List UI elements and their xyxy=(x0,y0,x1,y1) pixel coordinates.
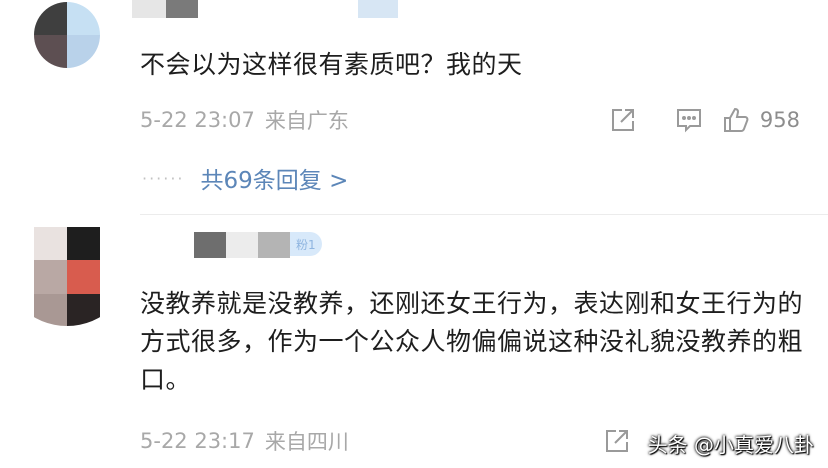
avatar[interactable] xyxy=(34,2,100,68)
avatar-pixel xyxy=(67,35,100,68)
username-blur xyxy=(194,232,226,258)
thumbs-up-icon xyxy=(723,107,749,132)
avatar-pixel xyxy=(67,293,100,326)
comment-item: 不会以为这样很有素质吧？我的天 5-22 23:07 来自广东 958 ····… xyxy=(0,0,828,215)
avatar-pixel xyxy=(67,227,100,261)
like-count: 958 xyxy=(759,108,800,132)
comment-location: 来自四川 xyxy=(264,430,349,454)
username-blur xyxy=(132,232,194,258)
watermark: 头条 @小真爱八卦 xyxy=(648,429,814,458)
username-blur xyxy=(258,232,290,258)
comment-timestamp: 5-22 23:17 xyxy=(140,429,255,453)
share-icon xyxy=(611,109,634,131)
avatar-pixel xyxy=(34,293,67,326)
share-button[interactable] xyxy=(584,423,650,459)
username-blur xyxy=(166,0,198,18)
username-blur xyxy=(358,0,398,18)
username-blur xyxy=(132,0,166,18)
replies-label: 共69条回复 > xyxy=(200,168,349,194)
avatar[interactable] xyxy=(34,227,100,326)
comment-actions: 958 xyxy=(590,102,800,138)
fan-badge: 粉1 xyxy=(290,232,322,256)
like-button[interactable]: 958 xyxy=(722,102,800,138)
dots-icon: ······ xyxy=(142,168,185,188)
avatar-pixel xyxy=(67,260,100,294)
username-redacted[interactable] xyxy=(132,0,398,26)
comment-button[interactable] xyxy=(656,102,722,138)
comment-icon xyxy=(676,109,701,133)
watermark-text: 头条 @小真爱八卦 xyxy=(647,433,814,457)
comment-text: 没教养就是没教养，还刚还女王行为，表达刚和女王行为的方式很多，作为一个公众人物偏… xyxy=(140,289,804,394)
avatar-pixel xyxy=(67,2,100,35)
comment-text: 不会以为这样很有素质吧？我的天 xyxy=(140,50,523,79)
avatar-pixel xyxy=(34,35,67,68)
share-icon xyxy=(606,430,628,452)
avatar-pixel xyxy=(34,227,67,261)
view-replies-link[interactable]: ······ 共69条回复 > xyxy=(142,160,348,196)
comment-timestamp: 5-22 23:07 xyxy=(140,108,255,132)
comment-location: 来自广东 xyxy=(264,109,349,133)
avatar-pixel xyxy=(34,2,67,35)
username-blur xyxy=(226,232,258,258)
share-button[interactable] xyxy=(590,102,656,138)
username-redacted[interactable]: 粉1 xyxy=(132,232,322,258)
avatar-pixel xyxy=(34,260,67,294)
username-blur xyxy=(198,0,358,18)
